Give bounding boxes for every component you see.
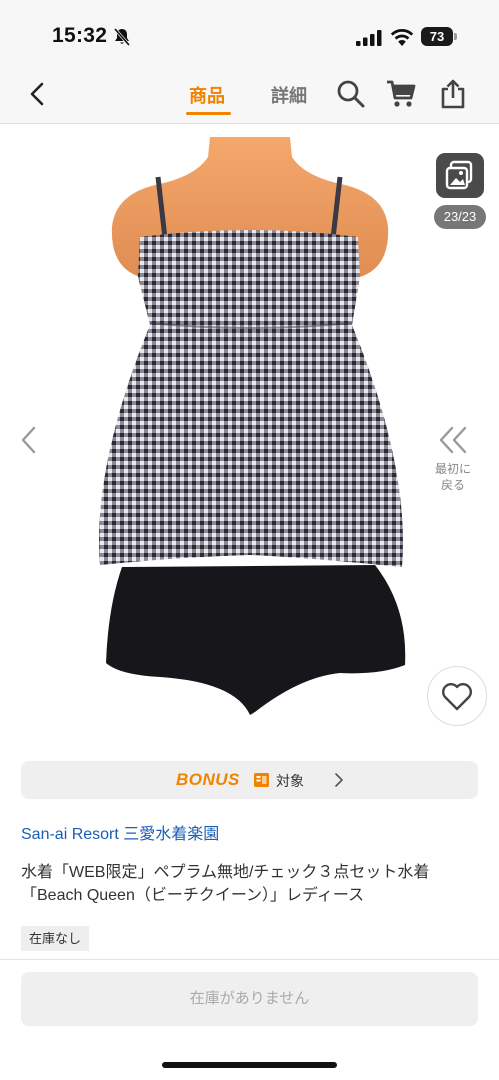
back-button[interactable] [22, 79, 52, 109]
wifi-icon [390, 28, 414, 46]
status-time: 15:32 [52, 24, 108, 47]
product-photo [99, 137, 406, 715]
battery-level: 73 [429, 29, 445, 44]
chevron-right-icon [335, 773, 343, 787]
home-indicator [162, 1062, 337, 1068]
battery-indicator: 73 [421, 27, 457, 46]
bonus-logo: BONUS [176, 770, 240, 789]
bell-muted-icon [113, 28, 131, 46]
bonus-banner[interactable]: BONUS 対象 [21, 761, 478, 799]
gallery-icon [445, 160, 473, 190]
bonus-card-icon [254, 773, 269, 787]
heart-icon [442, 683, 472, 711]
cart-icon[interactable] [385, 78, 417, 110]
back-to-first-label[interactable]: 最初に 戻る [428, 461, 478, 493]
divider [0, 959, 499, 960]
gallery-button[interactable] [436, 153, 484, 198]
share-icon[interactable] [437, 78, 469, 110]
tab-detail[interactable]: 詳細 [271, 82, 307, 108]
bonus-target-label: 対象 [276, 773, 304, 789]
tab-product[interactable]: 商品 [189, 82, 225, 108]
chevron-left-icon[interactable] [14, 422, 42, 458]
active-tab-indicator [186, 112, 231, 115]
status-bar: 15:32 73 [0, 0, 499, 62]
signal-icon [356, 30, 382, 46]
header: 商品 詳細 [0, 62, 499, 124]
stock-badge: 在庫なし [21, 926, 90, 951]
shop-link[interactable]: San-ai Resort 三愛水着楽園 [21, 820, 219, 844]
search-icon[interactable] [335, 78, 367, 110]
image-counter: 23/23 [434, 205, 486, 229]
double-chevron-left-icon[interactable] [434, 422, 472, 458]
product-title: 水着「WEB限定」ペプラム無地/チェック３点セット水着「Beach Queen（… [21, 864, 430, 904]
out-of-stock-button[interactable]: 在庫がありません [21, 972, 478, 1026]
favorite-button[interactable] [427, 666, 487, 726]
product-image[interactable] [0, 137, 499, 742]
